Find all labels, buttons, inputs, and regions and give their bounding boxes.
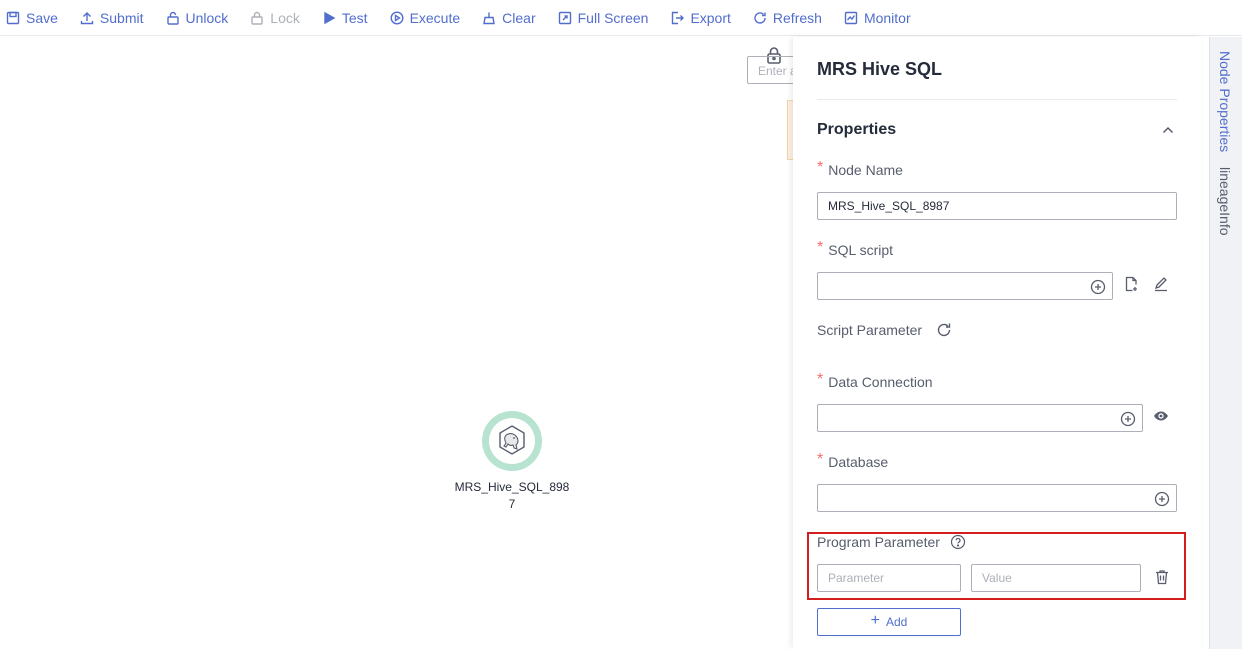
upload-icon [80, 11, 94, 24]
required-marker: * [817, 451, 824, 468]
play-circle-icon [390, 10, 404, 25]
export-button[interactable]: Export [670, 4, 731, 32]
node-properties-panel: MRS Hive SQL Properties * Node Name MRS_… [793, 37, 1201, 649]
save-button[interactable]: Save [6, 4, 58, 32]
unlock-button[interactable]: Unlock [166, 4, 229, 32]
clear-button[interactable]: Clear [482, 4, 536, 32]
value-placeholder: Value [982, 571, 1012, 585]
node-name-value: MRS_Hive_SQL_8987 [828, 199, 950, 213]
node-name-input[interactable]: MRS_Hive_SQL_8987 [817, 192, 1177, 220]
unlock-icon [166, 11, 179, 25]
hive-elephant-icon [499, 425, 525, 455]
node-name-label-text: Node Name [828, 162, 903, 178]
add-parameter-button[interactable]: + Add [817, 608, 961, 636]
full-screen-button[interactable]: Full Screen [558, 4, 649, 32]
add-label: Add [885, 615, 908, 629]
export-label: Export [690, 9, 731, 26]
panel-title: MRS Hive SQL [817, 59, 943, 79]
eye-icon[interactable] [1153, 408, 1171, 426]
chevron-up-icon[interactable] [1161, 123, 1175, 137]
required-marker: * [817, 159, 824, 176]
tab-lineage-info[interactable]: lineageInfo [1217, 167, 1233, 236]
program-parameter-label-text: Program Parameter [817, 534, 940, 550]
required-marker: * [817, 371, 824, 388]
required-marker: * [817, 239, 824, 256]
broom-icon [483, 12, 495, 24]
node-label: MRS_Hive_SQL_8987 [454, 480, 570, 511]
plus-icon: + [870, 612, 880, 629]
panel-divider [817, 99, 1177, 100]
add-circle-icon[interactable] [1154, 491, 1170, 507]
help-icon[interactable] [950, 534, 966, 550]
data-connection-label: * Data Connection [817, 371, 933, 391]
refresh-button[interactable]: Refresh [753, 4, 822, 32]
lock-button[interactable]: Lock [250, 4, 300, 32]
save-icon [6, 11, 20, 24]
submit-label: Submit [99, 9, 144, 26]
add-circle-icon[interactable] [1090, 279, 1106, 295]
execute-label: Execute [409, 9, 461, 26]
properties-section-title: Properties [817, 121, 897, 138]
new-file-icon[interactable] [1123, 276, 1141, 294]
refresh-icon [754, 11, 766, 24]
edit-icon[interactable] [1153, 276, 1171, 294]
workflow-canvas[interactable]: Enter a MRS_Hive_SQL_8987 [0, 37, 807, 649]
database-label-text: Database [828, 454, 889, 470]
execute-button[interactable]: Execute [390, 4, 461, 32]
canvas-search-placeholder: Enter a [758, 64, 797, 78]
program-parameter-label: Program Parameter [817, 534, 966, 550]
fullscreen-icon [558, 11, 571, 24]
sql-script-label: * SQL script [817, 239, 894, 259]
database-label: * Database [817, 451, 889, 471]
tab-node-properties[interactable]: Node Properties [1217, 51, 1233, 152]
parameter-placeholder: Parameter [828, 571, 885, 585]
unlock-label: Unlock [185, 9, 229, 26]
data-connection-label-text: Data Connection [828, 374, 933, 390]
submit-button[interactable]: Submit [80, 4, 144, 32]
side-tabs: Node Properties lineageInfo [1209, 37, 1242, 649]
refresh-icon[interactable] [936, 322, 952, 338]
workflow-node[interactable]: MRS_Hive_SQL_8987 [452, 411, 572, 513]
refresh-label: Refresh [772, 9, 822, 26]
monitor-icon [844, 11, 858, 24]
script-parameter-label-text: Script Parameter [817, 322, 923, 338]
monitor-label: Monitor [863, 9, 911, 26]
node-name-label: * Node Name [817, 159, 903, 179]
node-badge [489, 418, 535, 464]
lock-icon [251, 11, 263, 25]
parameter-input[interactable]: Parameter [817, 564, 961, 592]
node-ring [482, 411, 542, 471]
sql-script-select[interactable] [817, 272, 1113, 300]
test-button[interactable]: Test [322, 4, 368, 32]
data-connection-select[interactable] [817, 404, 1143, 432]
test-label: Test [341, 9, 368, 26]
clear-label: Clear [502, 9, 536, 26]
export-icon [672, 11, 685, 24]
save-label: Save [26, 9, 58, 26]
play-icon [324, 11, 336, 24]
add-circle-icon[interactable] [1120, 411, 1136, 427]
delete-icon[interactable] [1154, 569, 1172, 587]
value-input[interactable]: Value [971, 564, 1141, 592]
full-screen-label: Full Screen [577, 9, 649, 26]
lock-label: Lock [270, 9, 300, 26]
script-parameter-label: Script Parameter [817, 322, 952, 338]
database-select[interactable] [817, 484, 1177, 512]
monitor-button[interactable]: Monitor [844, 4, 911, 32]
sql-script-label-text: SQL script [828, 242, 894, 258]
toolbar: Save Submit Unlock Lock Test Execute Cle… [0, 0, 1242, 36]
